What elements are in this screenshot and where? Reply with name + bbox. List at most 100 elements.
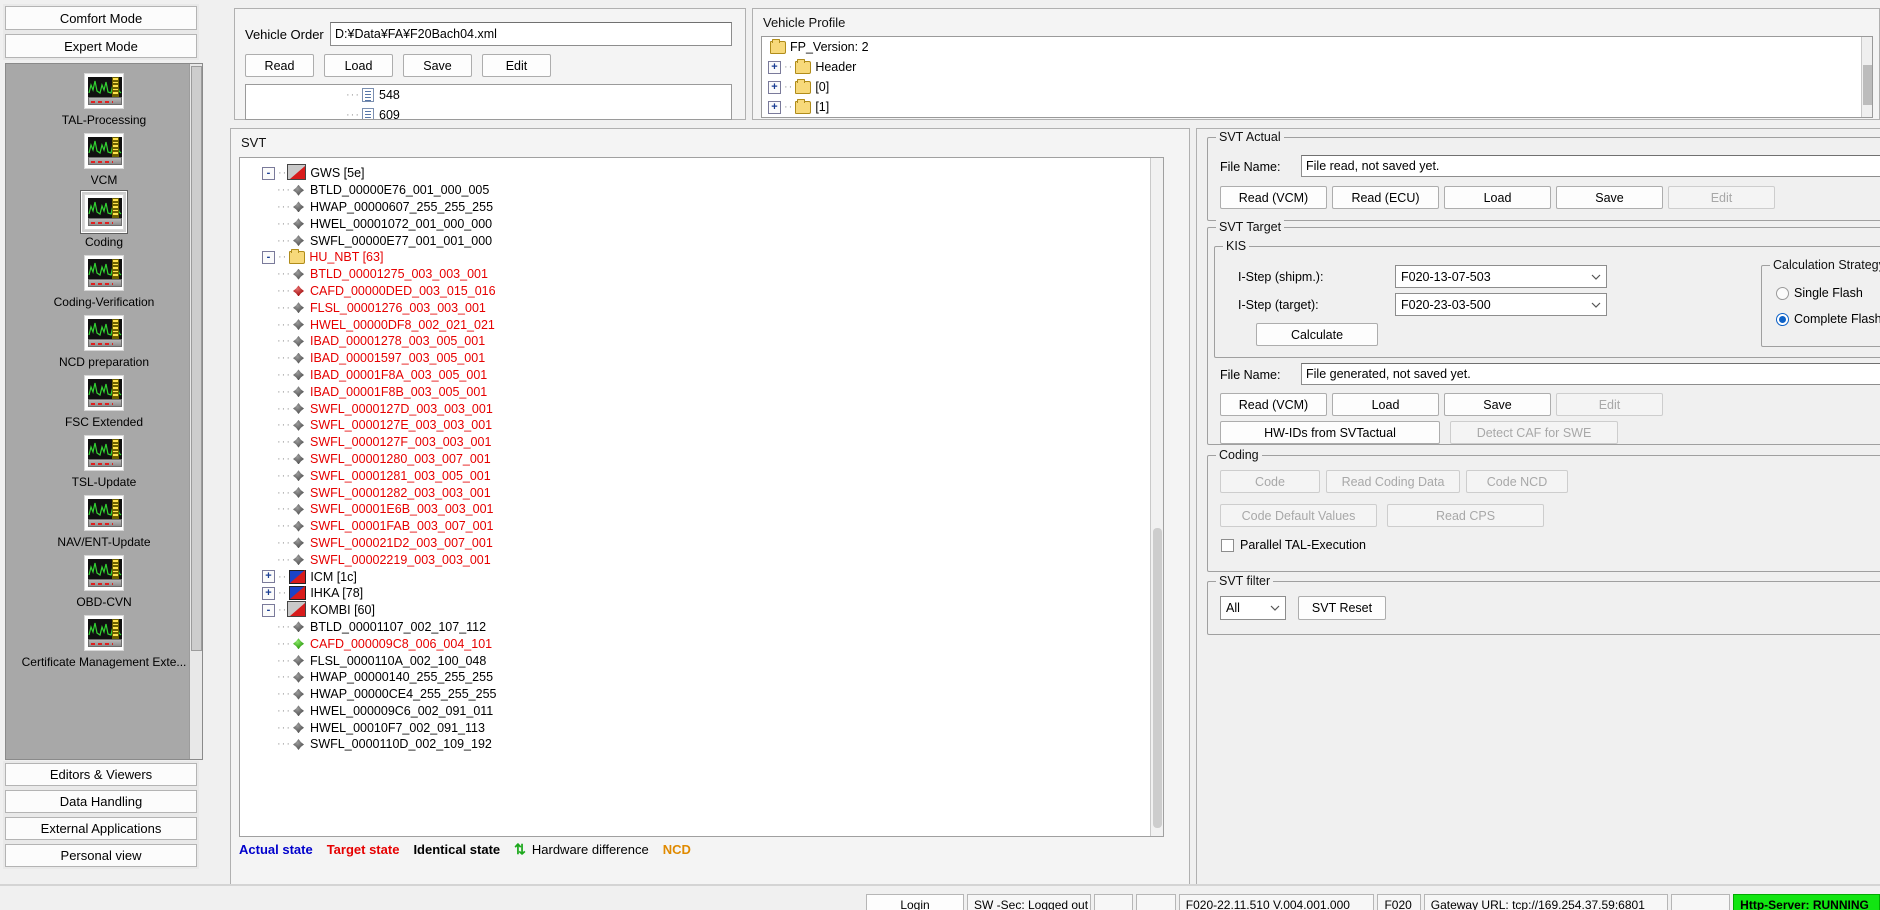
vehicle-order-tree-node[interactable]: ··· 609 [246, 105, 731, 119]
svt-tree-node[interactable]: ··· BTLD_00001275_003_003_001 [240, 266, 1163, 283]
external-applications-button[interactable]: External Applications [5, 817, 197, 840]
svt-tree-node[interactable]: ··· IBAD_00001597_003_005_001 [240, 350, 1163, 367]
svt-actual-save-button[interactable]: Save [1556, 186, 1663, 209]
svt-tree-node[interactable]: ··· SWFL_0000127D_003_003_001 [240, 400, 1163, 417]
svt-reset-button[interactable]: SVT Reset [1298, 596, 1386, 620]
svt-target-edit-button[interactable]: Edit [1556, 393, 1663, 416]
vehicle-profile-tree-node[interactable]: + ·· Header [762, 57, 1872, 77]
svt-tree-node[interactable]: ··· HWEL_00010F7_002_091_113 [240, 719, 1163, 736]
svt-tree-node[interactable]: ··· SWFL_000021D2_003_007_001 [240, 535, 1163, 552]
vehicle-profile-tree-node[interactable]: FP_Version: 2 [762, 37, 1872, 57]
detect-caf-for-swe-button[interactable]: Detect CAF for SWE [1450, 421, 1618, 444]
vehicle-order-tree[interactable]: ··· 548 ··· 609 [245, 84, 732, 120]
svt-tree-node[interactable]: - ·· GWS [5e] [262, 164, 1163, 182]
radio-single-flash[interactable]: Single Flash [1776, 286, 1863, 300]
sidebar-scrollbar[interactable] [189, 64, 202, 759]
svt-tree-node[interactable]: ··· HWAP_00000607_255_255_255 [240, 199, 1163, 216]
svt-tree-node[interactable]: ··· CAFD_000009C8_006_004_101 [240, 635, 1163, 652]
svt-target-save-button[interactable]: Save [1444, 393, 1551, 416]
svt-tree-node[interactable]: ··· SWFL_0000110D_002_109_192 [240, 736, 1163, 753]
sidebar-item-certificate-management-exte[interactable]: Certificate Management Exte... [15, 612, 193, 669]
vehicle-profile-tree[interactable]: FP_Version: 2 + ·· Header + ·· [0] + ·· [1] [761, 36, 1873, 118]
vehicle-order-read-button[interactable]: Read [245, 54, 314, 77]
svt-tree-node[interactable]: ··· HWAP_00000CE4_255_255_255 [240, 686, 1163, 703]
svt-tree-node[interactable]: ··· IBAD_00001F8A_003_005_001 [240, 367, 1163, 384]
radio-complete-flash[interactable]: Complete Flash [1776, 312, 1880, 326]
code-button[interactable]: Code [1220, 470, 1320, 493]
vehicle-profile-tree-node[interactable]: + ·· [0] [762, 77, 1872, 97]
sidebar-item-coding-verification[interactable]: Coding-Verification [15, 252, 193, 309]
svt-tree-node[interactable]: ··· FLSL_0000110A_002_100_048 [240, 652, 1163, 669]
sidebar-item-tsl-update[interactable]: TSL-Update [15, 432, 193, 489]
svt-tree-node[interactable]: - ·· KOMBI [60] [262, 601, 1163, 619]
sidebar-item-obd-cvn[interactable]: OBD-CVN [15, 552, 193, 609]
svt-tree-node[interactable]: ··· SWFL_00001281_003_005_001 [240, 467, 1163, 484]
sidebar-item-tal-processing[interactable]: TAL-Processing [15, 70, 193, 127]
svt-tree-node[interactable]: - ·· HU_NBT [63] [262, 248, 1163, 266]
sidebar-scrollbar-thumb[interactable] [191, 66, 202, 651]
vehicle-order-save-button[interactable]: Save [403, 54, 472, 77]
svt-tree-node[interactable]: ··· HWEL_000009C6_002_091_011 [240, 703, 1163, 720]
svt-tree-node[interactable]: ··· IBAD_00001278_003_005_001 [240, 333, 1163, 350]
code-ncd-button[interactable]: Code NCD [1466, 470, 1568, 493]
svt-tree-node[interactable]: ··· HWEL_00000DF8_002_021_021 [240, 316, 1163, 333]
istep-target-select[interactable]: F020-23-03-500 [1395, 293, 1607, 316]
svt-tree-node[interactable]: + ·· IHKA [78] [262, 585, 1163, 602]
svt-tree-node[interactable]: ··· SWFL_00001FAB_003_007_001 [240, 518, 1163, 535]
svt-tree-node[interactable]: ··· SWFL_00001280_003_007_001 [240, 451, 1163, 468]
tree-expander-plus-icon[interactable]: + [768, 60, 781, 74]
svt-tree-node[interactable]: ··· CAFD_00000DED_003_015_016 [240, 283, 1163, 300]
vehicle-profile-scrollbar[interactable] [1861, 37, 1872, 117]
calculate-button[interactable]: Calculate [1256, 323, 1378, 346]
code-default-values-button[interactable]: Code Default Values [1220, 504, 1377, 527]
vehicle-order-edit-button[interactable]: Edit [482, 54, 551, 77]
svt-tree-node[interactable]: ··· BTLD_00000E76_001_000_005 [240, 182, 1163, 199]
vehicle-profile-tree-node[interactable]: + ·· [1] [762, 97, 1872, 117]
svt-tree-scrollbar-thumb[interactable] [1153, 528, 1162, 828]
svt-tree-node[interactable]: ··· HWEL_00001072_001_000_000 [240, 215, 1163, 232]
svt-tree-node[interactable]: ··· SWFL_00002219_003_003_001 [240, 551, 1163, 568]
svt-tree-node[interactable]: ··· FLSL_00001276_003_003_001 [240, 299, 1163, 316]
svt-tree-node[interactable]: ··· SWFL_00001E6B_003_003_001 [240, 501, 1163, 518]
tree-expander-icon[interactable]: - [262, 250, 275, 264]
svt-tree-scrollbar[interactable] [1150, 158, 1163, 836]
data-handling-button[interactable]: Data Handling [5, 790, 197, 813]
svt-tree-node[interactable]: ··· BTLD_00001107_002_107_112 [240, 619, 1163, 636]
read-coding-data-button[interactable]: Read Coding Data [1326, 470, 1460, 493]
tree-expander-plus-icon[interactable]: + [768, 100, 781, 114]
svt-actual-edit-button[interactable]: Edit [1668, 186, 1775, 209]
svt-tree-node[interactable]: + ·· ICM [1c] [262, 568, 1163, 585]
svt-actual-load-button[interactable]: Load [1444, 186, 1551, 209]
svt-tree-node[interactable]: ··· SWFL_0000127E_003_003_001 [240, 417, 1163, 434]
sidebar-item-fsc-extended[interactable]: FSC Extended [15, 372, 193, 429]
expert-mode-button[interactable]: Expert Mode [5, 34, 197, 58]
sidebar-icon-list[interactable]: TAL-Processing VCM Coding Coding-Verificati… [5, 63, 203, 760]
tree-expander-icon[interactable]: + [262, 586, 275, 600]
login-button[interactable]: Login [866, 894, 964, 910]
svt-actual-read-vcm-button[interactable]: Read (VCM) [1220, 186, 1327, 209]
hw-ids-from-svtactual-button[interactable]: HW-IDs from SVTactual [1220, 421, 1440, 444]
svt-actual-read-ecu-button[interactable]: Read (ECU) [1332, 186, 1439, 209]
svt-tree[interactable]: - ·· GWS [5e] ··· BTLD_00000E76_001_000_005 ·… [239, 157, 1164, 837]
vehicle-order-load-button[interactable]: Load [324, 54, 393, 77]
svt-target-filename-input[interactable]: File generated, not saved yet. [1301, 363, 1880, 385]
svt-tree-node[interactable]: ··· SWFL_00001282_003_003_001 [240, 484, 1163, 501]
editors-viewers-button[interactable]: Editors & Viewers [5, 763, 197, 786]
svt-tree-node[interactable]: ··· SWFL_0000127F_003_003_001 [240, 434, 1163, 451]
sidebar-item-nav-ent-update[interactable]: NAV/ENT-Update [15, 492, 193, 549]
tree-expander-icon[interactable]: + [262, 570, 275, 584]
vehicle-profile-scrollbar-thumb[interactable] [1863, 65, 1872, 105]
vehicle-order-tree-node[interactable]: ··· 548 [246, 85, 731, 105]
sidebar-item-vcm[interactable]: VCM [15, 130, 193, 187]
sidebar-item-coding[interactable]: Coding [15, 190, 193, 249]
personal-view-button[interactable]: Personal view [5, 844, 197, 867]
svt-tree-node[interactable]: ··· SWFL_00000E77_001_001_000 [240, 232, 1163, 249]
comfort-mode-button[interactable]: Comfort Mode [5, 6, 197, 30]
parallel-tal-execution-checkbox[interactable]: Parallel TAL-Execution [1221, 538, 1366, 552]
tree-expander-icon[interactable]: - [262, 166, 275, 180]
read-cps-button[interactable]: Read CPS [1387, 504, 1544, 527]
svt-filter-select[interactable]: All [1220, 596, 1286, 620]
vehicle-order-path-input[interactable]: D:¥Data¥FA¥F20Bach04.xml [330, 22, 732, 46]
tree-expander-icon[interactable]: - [262, 603, 275, 617]
svt-tree-node[interactable]: ··· IBAD_00001F8B_003_005_001 [240, 383, 1163, 400]
